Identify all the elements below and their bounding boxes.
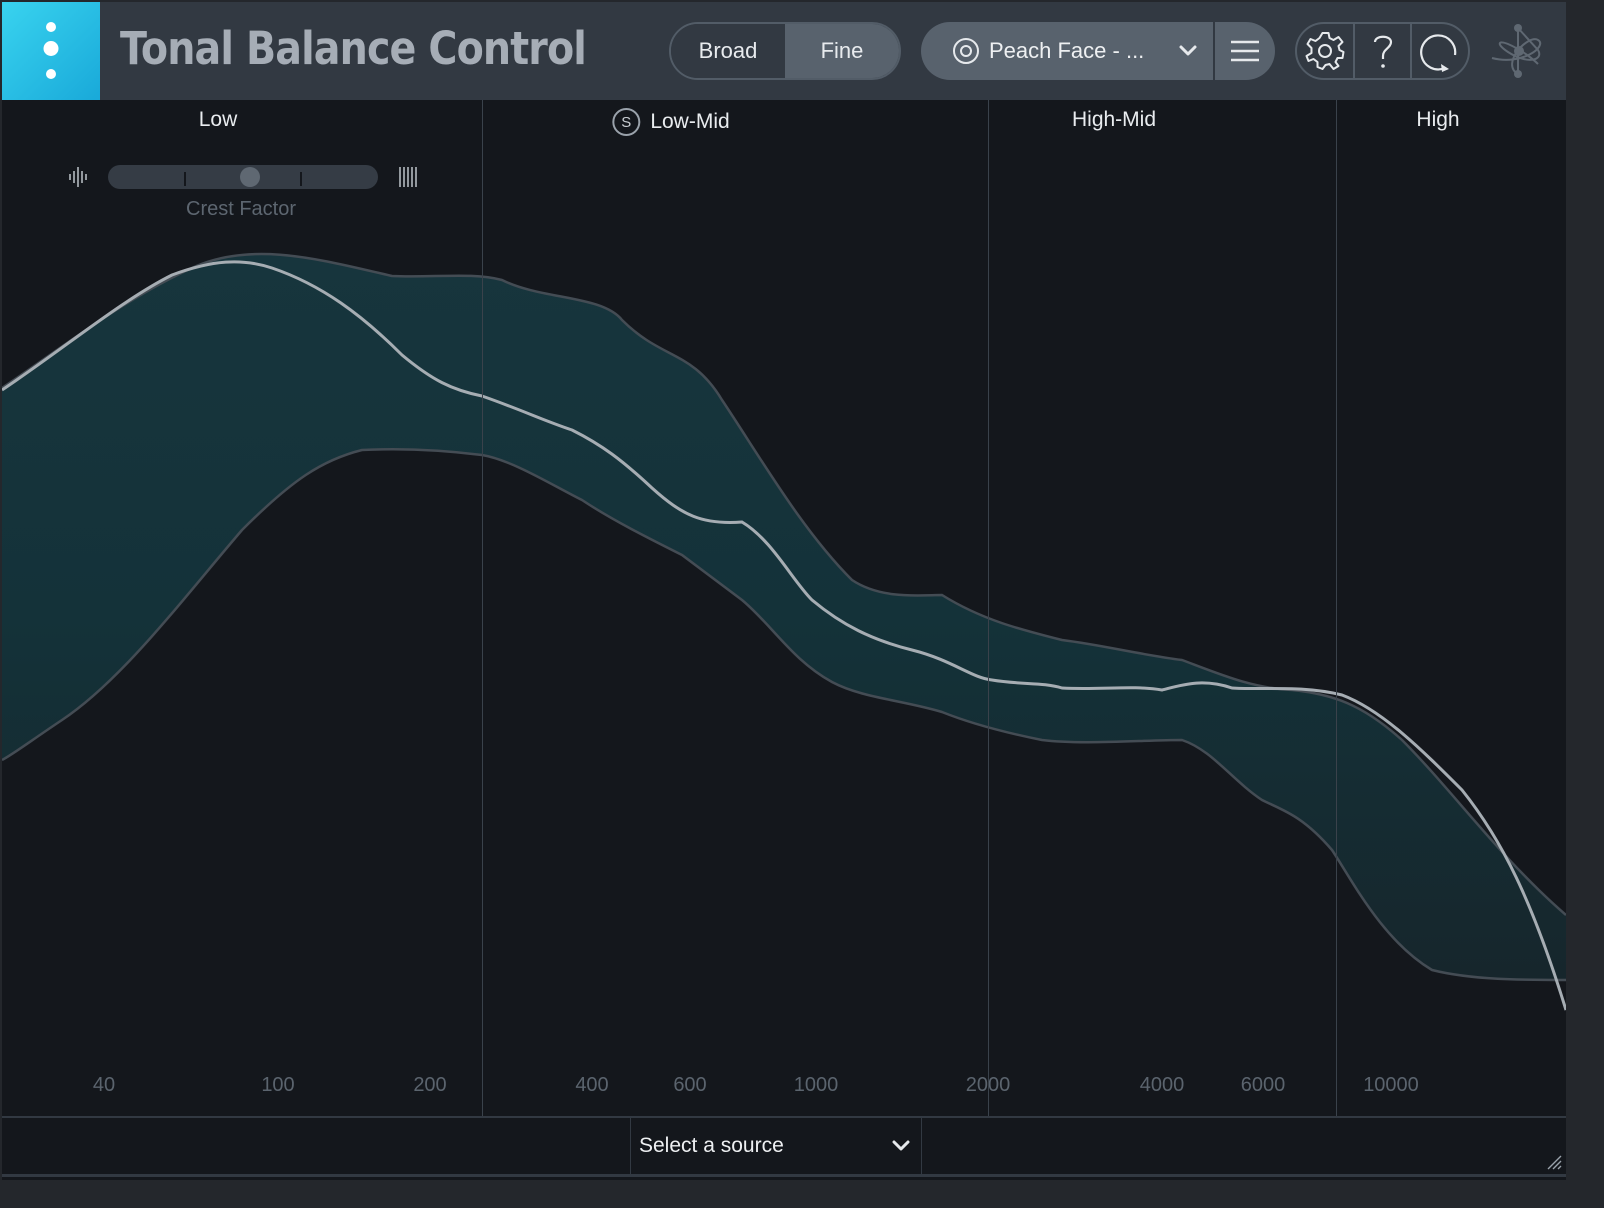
crest-factor-label: Crest Factor	[186, 198, 297, 220]
app-title: Tonal Balance Control	[120, 22, 587, 75]
izotope-logo-icon	[1491, 24, 1542, 78]
slider-tick	[300, 172, 302, 186]
target-preset-control: Peach Face - ...	[921, 22, 1275, 80]
band-divider-lowmid-highmid[interactable]	[988, 100, 989, 1116]
settings-button[interactable]	[1297, 24, 1353, 78]
band-label-low-mid-text: Low-Mid	[650, 110, 730, 133]
band-overlay: Low S Low-Mid High-Mid High	[2, 100, 1566, 1116]
source-select-dropdown[interactable]: Select a source	[630, 1118, 922, 1174]
crest-factor-control: Crest Factor	[68, 162, 428, 228]
source-select-label: Select a source	[639, 1134, 784, 1157]
target-preset-label: Peach Face - ...	[989, 38, 1145, 63]
chevron-down-icon	[892, 1140, 910, 1151]
footer-bar: Select a source	[2, 1118, 1566, 1174]
band-label-low-mid[interactable]: S Low-Mid	[612, 108, 730, 136]
reset-button[interactable]	[1410, 24, 1468, 78]
dense-bars-icon	[399, 167, 417, 187]
gear-icon	[1305, 32, 1345, 70]
band-divider-highmid-high[interactable]	[1336, 100, 1337, 1116]
toolbar-icon-group	[1295, 22, 1470, 80]
hamburger-menu-icon	[1231, 40, 1259, 62]
broad-view-button[interactable]: Broad	[671, 24, 785, 78]
solo-icon[interactable]: S	[612, 108, 641, 136]
crest-factor-slider-handle[interactable]	[240, 167, 261, 187]
bottom-border	[2, 1174, 1566, 1177]
tonal-balance-app: Tonal Balance Control Broad Fine Peach F…	[1, 2, 1568, 1180]
crest-factor-slider[interactable]	[108, 165, 378, 189]
transient-waveform-icon	[69, 167, 87, 187]
chevron-down-icon	[1179, 45, 1197, 56]
preset-menu-button[interactable]	[1215, 22, 1275, 80]
band-label-high-mid[interactable]: High-Mid	[1072, 108, 1156, 132]
slider-tick	[184, 172, 186, 186]
band-label-low[interactable]: Low	[199, 108, 238, 132]
fine-view-button[interactable]: Fine	[785, 24, 899, 78]
header-bar: Tonal Balance Control Broad Fine Peach F…	[2, 2, 1566, 100]
vertical-dots-icon-bottom	[46, 69, 56, 79]
help-button[interactable]	[1352, 24, 1411, 78]
reset-icon	[1420, 34, 1457, 72]
target-preset-dropdown[interactable]: Peach Face - ...	[921, 22, 1213, 80]
vertical-dots-icon-middle	[43, 41, 59, 56]
help-icon	[1373, 35, 1392, 68]
view-toggle: Broad Fine	[669, 22, 901, 80]
band-divider-low-lowmid[interactable]	[482, 100, 483, 1116]
band-label-high[interactable]: High	[1416, 108, 1459, 132]
band-label-high-mid-text: High-Mid	[1071, 108, 1157, 131]
resize-grip-icon[interactable]	[1546, 1154, 1562, 1170]
band-label-high-text: High	[1416, 108, 1460, 131]
vertical-dots-icon	[46, 22, 56, 32]
band-label-low-text: Low	[198, 108, 238, 131]
main-menu-button[interactable]	[2, 2, 100, 100]
target-icon	[953, 38, 979, 64]
